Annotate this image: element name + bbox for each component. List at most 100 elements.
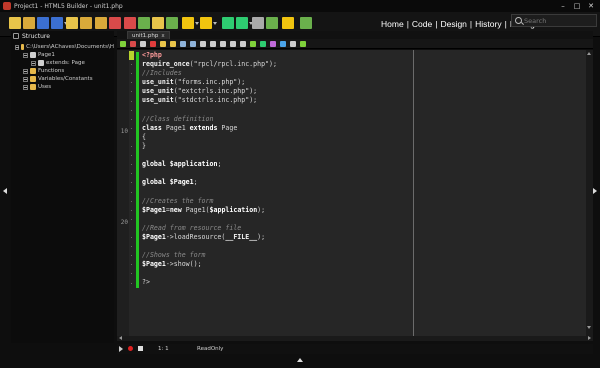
- code-line[interactable]: <?php: [142, 51, 277, 60]
- save-icon[interactable]: [37, 17, 49, 29]
- inspect-icon[interactable]: [252, 17, 264, 29]
- code-editor[interactable]: 10 20 <?php require_once("rpcl/rpcl.inc.p…: [117, 50, 593, 341]
- open-file-icon[interactable]: [80, 17, 92, 29]
- horizontal-scrollbar[interactable]: [117, 336, 593, 341]
- expand-icon[interactable]: [31, 60, 36, 66]
- scroll-left-icon[interactable]: [119, 336, 122, 340]
- palette-icon[interactable]: [270, 41, 276, 47]
- code-line[interactable]: [142, 106, 277, 115]
- code-line[interactable]: [142, 215, 277, 224]
- new-file-icon[interactable]: [66, 17, 78, 29]
- tree-item[interactable]: Variables/Constants: [11, 75, 114, 83]
- undo-icon[interactable]: [166, 17, 178, 29]
- vertical-scrollbar[interactable]: [586, 50, 593, 341]
- save-all-icon[interactable]: [51, 17, 68, 29]
- code-line[interactable]: //Includes: [142, 69, 277, 78]
- code-line[interactable]: require_once("rpcl/rpcl.inc.php");: [142, 60, 277, 69]
- pin-icon[interactable]: [13, 33, 19, 39]
- step-into-icon[interactable]: [236, 17, 253, 29]
- bookmark-icon[interactable]: [220, 41, 226, 47]
- delete-icon[interactable]: [150, 41, 156, 47]
- build-icon[interactable]: [282, 17, 294, 29]
- code-line[interactable]: //Shows the form: [142, 251, 277, 260]
- tab-close-icon[interactable]: x: [161, 33, 164, 39]
- step-over-icon[interactable]: [222, 17, 234, 29]
- find-icon[interactable]: [180, 41, 186, 47]
- doc2-icon[interactable]: [170, 41, 176, 47]
- code-line[interactable]: //Class definition: [142, 115, 277, 124]
- play-macro-icon[interactable]: [119, 346, 123, 352]
- code-line[interactable]: $Page1->show();: [142, 260, 277, 269]
- collapse-right-panel-arrow-icon[interactable]: [593, 188, 597, 194]
- code-line[interactable]: $Page1=new Page1($application);: [142, 206, 277, 215]
- code-line[interactable]: global $application;: [142, 160, 277, 169]
- tree-item[interactable]: Uses: [11, 83, 114, 91]
- nav-home[interactable]: Home: [381, 19, 404, 29]
- minimize-icon[interactable]: –: [556, 0, 570, 11]
- code-line[interactable]: [142, 242, 277, 251]
- run-icon[interactable]: [182, 17, 199, 29]
- code-line[interactable]: ?>: [142, 278, 277, 287]
- paste-icon[interactable]: [152, 17, 164, 29]
- expand-bottom-panel-arrow-icon[interactable]: [297, 358, 303, 362]
- code-line[interactable]: {: [142, 133, 277, 142]
- collapse-icon[interactable]: [23, 52, 28, 58]
- remove-file-icon[interactable]: [109, 17, 121, 29]
- goto-icon[interactable]: [210, 41, 216, 47]
- comment-icon[interactable]: [250, 41, 256, 47]
- deploy-icon[interactable]: [266, 17, 278, 29]
- open-icon[interactable]: [23, 17, 35, 29]
- code-text[interactable]: <?php require_once("rpcl/rpcl.inc.php"); /…: [142, 51, 277, 287]
- search-input[interactable]: [524, 16, 594, 25]
- nav-history[interactable]: History: [475, 19, 501, 29]
- nav-code[interactable]: Code: [412, 19, 432, 29]
- copy-icon[interactable]: [138, 17, 150, 29]
- code-line[interactable]: use_unit("stdctrls.inc.php");: [142, 96, 277, 105]
- color-icon[interactable]: [280, 41, 286, 47]
- code-line[interactable]: [142, 269, 277, 278]
- help-icon[interactable]: [300, 41, 306, 47]
- code-line[interactable]: [142, 151, 277, 160]
- code-line[interactable]: //Read from resource file: [142, 224, 277, 233]
- close-icon[interactable]: ✕: [584, 0, 598, 11]
- refresh-icon[interactable]: [120, 41, 126, 47]
- page-icon[interactable]: [140, 41, 146, 47]
- search-box[interactable]: [511, 14, 597, 27]
- stop-macro-icon[interactable]: [138, 346, 143, 351]
- add-file-icon[interactable]: [95, 17, 107, 29]
- tree-item[interactable]: Functions: [11, 67, 114, 75]
- scroll-right-icon[interactable]: [588, 336, 591, 340]
- expand-icon[interactable]: [23, 76, 28, 82]
- code-line[interactable]: }: [142, 142, 277, 151]
- find-next-icon[interactable]: [190, 41, 196, 47]
- new-project-icon[interactable]: [9, 17, 21, 29]
- tab-unit1[interactable]: unit1.php x: [127, 31, 170, 39]
- replace-icon[interactable]: [200, 41, 206, 47]
- collapse-icon[interactable]: [15, 44, 19, 50]
- code-line[interactable]: [142, 169, 277, 178]
- tree-item[interactable]: C:\Users\AChaves\Documents\H: [11, 43, 114, 51]
- indent-icon[interactable]: [240, 41, 246, 47]
- tree-item[interactable]: extends: Page: [11, 59, 114, 67]
- tree-item[interactable]: Page1: [11, 51, 114, 59]
- code-line[interactable]: global $Page1;: [142, 178, 277, 187]
- collapse-left-panel-arrow-icon[interactable]: [3, 188, 7, 194]
- record-icon[interactable]: [260, 41, 266, 47]
- pointer-icon[interactable]: [130, 41, 136, 47]
- scroll-down-icon[interactable]: [587, 326, 591, 329]
- record-macro-icon[interactable]: [128, 346, 133, 351]
- run-debug-icon[interactable]: [200, 17, 217, 29]
- doc-icon[interactable]: [160, 41, 166, 47]
- bookmark-next-icon[interactable]: [230, 41, 236, 47]
- code-line[interactable]: [142, 187, 277, 196]
- settings-icon[interactable]: [300, 17, 312, 29]
- code-line[interactable]: use_unit("extctrls.inc.php");: [142, 87, 277, 96]
- code-line[interactable]: $Page1->loadResource(__FILE__);: [142, 233, 277, 242]
- nav-design[interactable]: Design: [440, 19, 466, 29]
- check-icon[interactable]: [290, 41, 296, 47]
- code-line[interactable]: use_unit("forms.inc.php");: [142, 78, 277, 87]
- scroll-up-icon[interactable]: [587, 52, 591, 55]
- expand-icon[interactable]: [23, 68, 28, 74]
- code-line[interactable]: class Page1 extends Page: [142, 124, 277, 133]
- expand-icon[interactable]: [23, 84, 28, 90]
